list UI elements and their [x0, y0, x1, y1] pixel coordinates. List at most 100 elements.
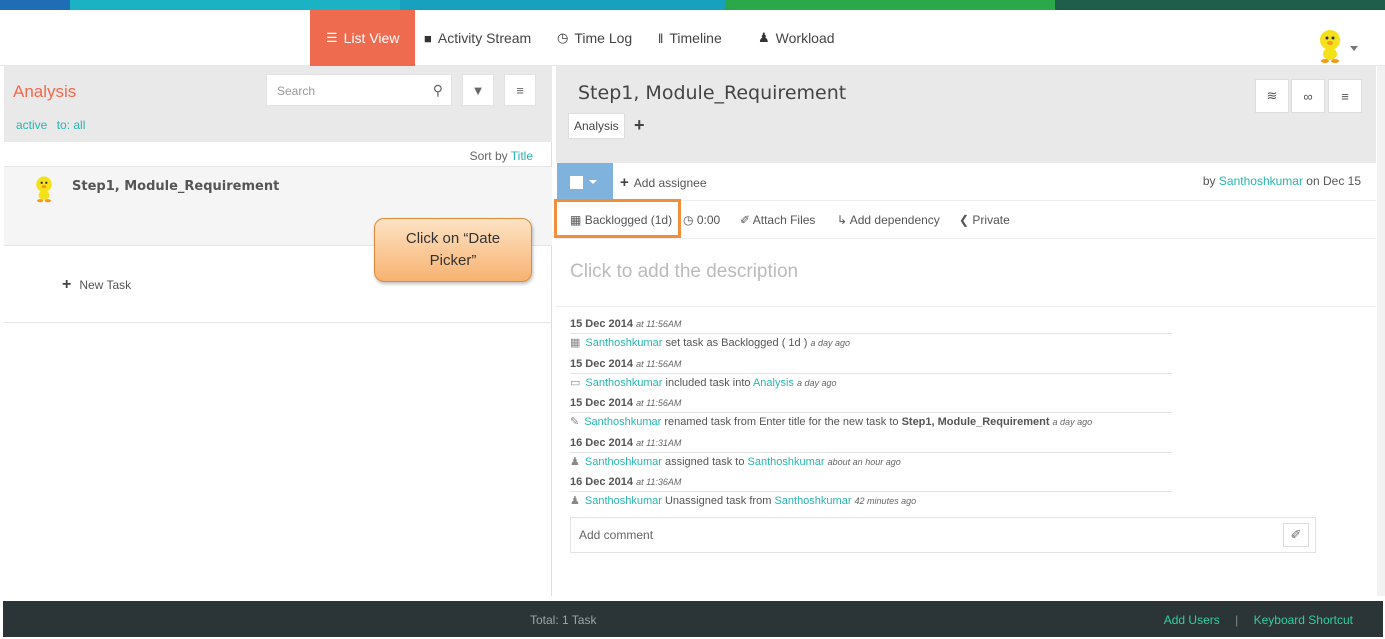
activity-ago: a day ago	[797, 377, 837, 388]
separator: |	[1235, 613, 1239, 627]
assignee-avatar-icon	[36, 176, 52, 203]
activity-target[interactable]: Analysis	[753, 377, 794, 389]
time-tracker[interactable]: ◷ 0:00	[683, 213, 720, 227]
new-task-button[interactable]: + New Task	[62, 276, 131, 294]
activity-day: 15 Dec 2014	[570, 357, 633, 370]
attach-comment-button[interactable]: ✐	[1283, 523, 1309, 547]
task-name[interactable]: Step1, Module_Requirement	[578, 82, 846, 104]
task-detail-panel: Step1, Module_Requirement Analysis + ≋ ∞…	[554, 66, 1376, 596]
attach-label: Attach Files	[752, 213, 816, 227]
chevron-down-icon	[589, 180, 597, 184]
nav-activity-stream[interactable]: ■ Activity Stream	[424, 10, 531, 66]
filter-tags: active to: all	[16, 118, 91, 132]
nav-time-log[interactable]: ◷ Time Log	[557, 10, 632, 66]
add-assignee-button[interactable]: + Add assignee	[620, 174, 707, 191]
comment-icon: ■	[424, 30, 432, 46]
dependency-icon: ↳	[837, 213, 848, 227]
new-task-label: New Task	[79, 278, 132, 292]
instruction-callout: Click on “Date Picker”	[374, 218, 532, 282]
link-button[interactable]: ∞	[1291, 79, 1325, 113]
rss-button[interactable]: ≋	[1255, 79, 1289, 113]
divider	[570, 333, 1172, 334]
detail-menu-button[interactable]: ≡	[1328, 79, 1362, 113]
pencil-icon: ✎	[570, 416, 580, 428]
task-total: Total: 1 Task	[530, 613, 597, 627]
sliders-icon: ‖	[658, 30, 664, 46]
activity-date: 15 Dec 2014 at 11:56AM	[570, 318, 681, 330]
attach-files-button[interactable]: ✐ Attach Files	[740, 213, 815, 227]
top-navbar: ☰ List View ■ Activity Stream ◷ Time Log…	[0, 10, 1385, 66]
share-icon: ❮	[959, 213, 970, 227]
activity-entry: ♟ Santhoshkumar Unassigned task from Sant…	[570, 494, 916, 507]
stripe-segment	[70, 0, 400, 10]
menu-button[interactable]: ≡	[504, 74, 536, 106]
privacy-toggle[interactable]: ❮ Private	[959, 213, 1010, 227]
activity-day: 16 Dec 2014	[570, 436, 633, 449]
description-field[interactable]: Click to add the description	[570, 261, 798, 283]
sort-label: Sort by	[469, 149, 508, 163]
activity-time: at 11:56AM	[636, 358, 682, 369]
activity-user[interactable]: Santhoshkumar	[585, 377, 662, 389]
project-title[interactable]: Analysis	[13, 82, 76, 102]
filter-to[interactable]: to: all	[57, 118, 86, 132]
filter-active[interactable]: active	[16, 118, 47, 132]
activity-ago: a day ago	[1052, 417, 1093, 427]
user-avatar-icon[interactable]	[1315, 28, 1345, 64]
nav-label: Workload	[775, 30, 835, 46]
add-dependency-button[interactable]: ↳ Add dependency	[837, 213, 940, 227]
activity-text: renamed task from Enter title for the ne…	[664, 416, 899, 428]
filter-button[interactable]: ▼	[462, 74, 494, 106]
keyboard-shortcut-link[interactable]: Keyboard Shortcut	[1254, 613, 1353, 627]
paperclip-icon: ✐	[740, 213, 751, 227]
activity-day: 16 Dec 2014	[570, 476, 633, 488]
plus-icon: +	[620, 174, 629, 191]
footer-bar: Total: 1 Task Add Users | Keyboard Short…	[3, 601, 1383, 637]
divider	[570, 451, 1172, 453]
add-tag-icon[interactable]: +	[634, 115, 645, 136]
activity-date: 15 Dec 2014 at 11:56AM	[570, 397, 681, 409]
nav-workload[interactable]: ♟ Workload	[758, 10, 835, 66]
divider	[570, 491, 1172, 492]
nav-label: List View	[343, 30, 400, 46]
list-icon: ☰	[326, 30, 338, 45]
nav-label: Timeline	[669, 30, 722, 46]
activity-user[interactable]: Santhoshkumar	[584, 416, 661, 428]
stripe-segment	[400, 0, 725, 10]
activity-entry: ♟ Santhoshkumar assigned task to Santhosh…	[570, 455, 901, 468]
nav-timeline[interactable]: ‖ Timeline	[658, 10, 722, 66]
search-icon[interactable]: ⚲	[433, 82, 443, 99]
menu-icon: ≡	[516, 82, 524, 98]
activity-text: included task into	[665, 376, 751, 389]
add-users-link[interactable]: Add Users	[1164, 613, 1220, 627]
clock-icon: ◷	[557, 30, 569, 45]
chevron-down-icon[interactable]	[1350, 46, 1358, 51]
task-meta-row: ▦ Backlogged (1d) ◷ 0:00 ✐ Attach Files …	[554, 199, 1376, 239]
stripe-segment	[0, 0, 70, 10]
scrollbar[interactable]	[1377, 66, 1385, 596]
activity-user[interactable]: Santhoshkumar	[585, 495, 662, 507]
top-color-stripe	[0, 0, 1385, 10]
nav-list-view[interactable]: ☰ List View	[310, 10, 416, 66]
activity-target[interactable]: Santhoshkumar	[774, 495, 851, 507]
activity-ago: a day ago	[810, 338, 850, 348]
date-picker[interactable]: ▦ Backlogged (1d)	[570, 213, 672, 227]
user-icon: ♟	[570, 495, 580, 507]
plus-icon: +	[62, 276, 72, 293]
sort-value[interactable]: Title	[511, 149, 533, 163]
project-tag[interactable]: Analysis	[568, 113, 625, 139]
created-by: by Santhoshkumar on Dec 15	[1203, 174, 1361, 188]
activity-text: set task as Backlogged ( 1d )	[665, 337, 808, 349]
activity-target[interactable]: Santhoshkumar	[748, 456, 825, 468]
dependency-label: Add dependency	[849, 213, 940, 227]
comment-input[interactable]: Add comment ✐	[570, 517, 1316, 553]
checkbox-icon	[570, 175, 583, 189]
activity-user[interactable]: Santhoshkumar	[585, 456, 662, 468]
activity-user[interactable]: Santhoshkumar	[585, 337, 662, 349]
user-icon: ♟	[570, 455, 580, 468]
assignee-row: + Add assignee by Santhoshkumar on Dec 15	[556, 163, 1376, 201]
complete-checkbox[interactable]	[557, 163, 613, 201]
search-input[interactable]: Search ⚲	[266, 74, 452, 106]
creator-link[interactable]: Santhoshkumar	[1219, 174, 1303, 188]
activity-text: Unassigned task from	[664, 495, 772, 507]
activity-date: 16 Dec 2014 at 11:36AM	[570, 476, 681, 488]
